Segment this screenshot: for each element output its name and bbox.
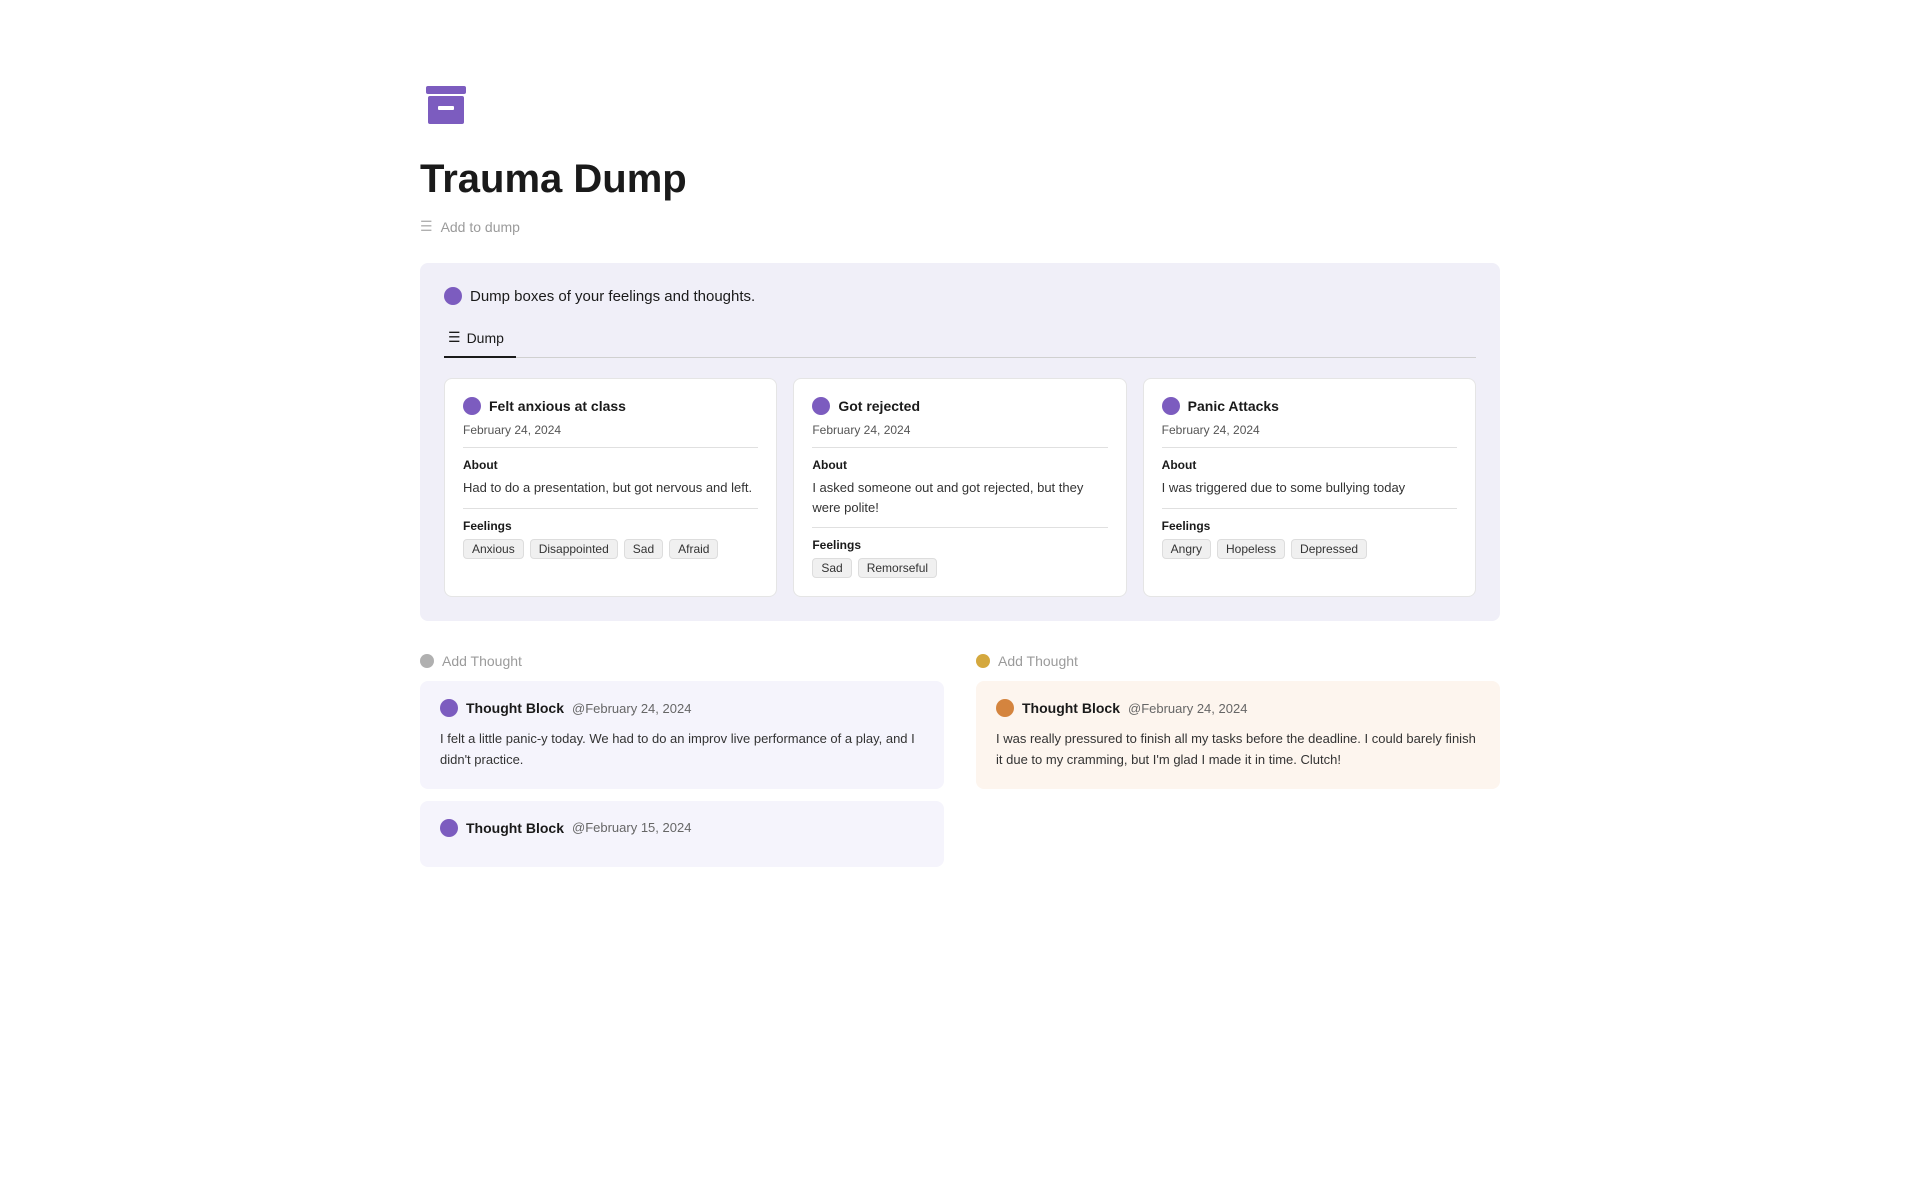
tab-dump[interactable]: ☰ Dump [444, 321, 516, 358]
card-3-title: Panic Attacks [1188, 398, 1279, 414]
tab-dump-icon: ☰ [448, 329, 461, 346]
card-1-feelings-tags: Anxious Disappointed Sad Afraid [463, 539, 758, 559]
card-3-title-row: Panic Attacks [1162, 397, 1457, 415]
thought-block-right-1: Thought Block @February 24, 2024 I was r… [976, 681, 1500, 789]
thought-block-right-1-text: I was really pressured to finish all my … [996, 729, 1480, 771]
tag-sad-2: Sad [812, 558, 851, 578]
thought-block-right-1-date: @February 24, 2024 [1128, 701, 1247, 716]
thought-block-right-1-title: Thought Block [1022, 700, 1120, 716]
card-2-title-row: Got rejected [812, 397, 1107, 415]
right-thought-column: Add Thought Thought Block @February 24, … [976, 653, 1500, 879]
tag-angry: Angry [1162, 539, 1211, 559]
card-1-icon [463, 397, 481, 415]
thought-block-left-1-title: Thought Block [466, 700, 564, 716]
thought-block-left-1-icon [440, 699, 458, 717]
add-to-dump-label: Add to dump [441, 219, 520, 235]
tag-hopeless: Hopeless [1217, 539, 1285, 559]
cards-grid: Felt anxious at class February 24, 2024 … [444, 378, 1476, 597]
tab-dump-label: Dump [467, 330, 504, 346]
page-title: Trauma Dump [420, 157, 1500, 202]
card-3-date: February 24, 2024 [1162, 423, 1457, 437]
add-thought-right-icon [976, 654, 990, 668]
tag-depressed: Depressed [1291, 539, 1367, 559]
card-1-title: Felt anxious at class [489, 398, 626, 414]
tag-remorseful: Remorseful [858, 558, 937, 578]
card-1-feelings-label: Feelings [463, 519, 758, 533]
card-1-title-row: Felt anxious at class [463, 397, 758, 415]
card-1-date: February 24, 2024 [463, 423, 758, 437]
card-2-feelings-label: Feelings [812, 538, 1107, 552]
card-2-feelings-tags: Sad Remorseful [812, 558, 1107, 578]
thought-block-left-2-icon [440, 819, 458, 837]
thought-block-left-2-date: @February 15, 2024 [572, 820, 691, 835]
card-1-about-text: Had to do a presentation, but got nervou… [463, 478, 758, 498]
card-3-about-text: I was triggered due to some bullying tod… [1162, 478, 1457, 498]
card-2-about-label: About [812, 458, 1107, 472]
card-3-feelings-tags: Angry Hopeless Depressed [1162, 539, 1457, 559]
tag-sad: Sad [624, 539, 663, 559]
card-1-about-label: About [463, 458, 758, 472]
left-thought-column: Add Thought Thought Block @February 24, … [420, 653, 944, 879]
card-2-icon [812, 397, 830, 415]
section-description: Dump boxes of your feelings and thoughts… [470, 288, 755, 305]
card-2: Got rejected February 24, 2024 About I a… [793, 378, 1126, 597]
section-bubble-icon [444, 287, 462, 305]
tag-anxious: Anxious [463, 539, 524, 559]
card-2-title: Got rejected [838, 398, 920, 414]
thought-block-left-1-header: Thought Block @February 24, 2024 [440, 699, 924, 717]
thought-block-right-1-header: Thought Block @February 24, 2024 [996, 699, 1480, 717]
card-1: Felt anxious at class February 24, 2024 … [444, 378, 777, 597]
thought-block-left-2-title: Thought Block [466, 820, 564, 836]
thought-block-right-1-icon [996, 699, 1014, 717]
page-icon [420, 80, 1500, 137]
main-section: Dump boxes of your feelings and thoughts… [420, 263, 1500, 621]
thought-block-left-2-header: Thought Block @February 15, 2024 [440, 819, 924, 837]
card-2-about-text: I asked someone out and got rejected, bu… [812, 478, 1107, 517]
add-thought-left-icon [420, 654, 434, 668]
card-3-about-label: About [1162, 458, 1457, 472]
add-thought-right-button[interactable]: Add Thought [976, 653, 1500, 669]
thought-block-left-1-text: I felt a little panic-y today. We had to… [440, 729, 924, 771]
card-2-date: February 24, 2024 [812, 423, 1107, 437]
add-to-dump-button[interactable]: ☰ Add to dump [420, 218, 1500, 235]
add-thought-left-label: Add Thought [442, 653, 522, 669]
card-3-icon [1162, 397, 1180, 415]
thought-block-left-2: Thought Block @February 15, 2024 [420, 801, 944, 867]
card-3: Panic Attacks February 24, 2024 About I … [1143, 378, 1476, 597]
add-to-dump-icon: ☰ [420, 218, 433, 235]
thought-block-left-1-date: @February 24, 2024 [572, 701, 691, 716]
add-thought-right-label: Add Thought [998, 653, 1078, 669]
add-thought-left-button[interactable]: Add Thought [420, 653, 944, 669]
thought-block-left-1: Thought Block @February 24, 2024 I felt … [420, 681, 944, 789]
tag-disappointed: Disappointed [530, 539, 618, 559]
tabs-bar: ☰ Dump [444, 321, 1476, 358]
tag-afraid: Afraid [669, 539, 718, 559]
card-3-feelings-label: Feelings [1162, 519, 1457, 533]
bottom-grid: Add Thought Thought Block @February 24, … [420, 653, 1500, 879]
